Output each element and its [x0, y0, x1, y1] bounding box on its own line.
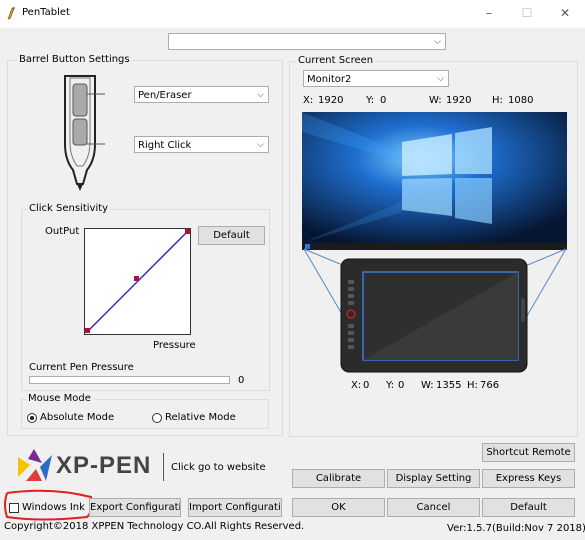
screen-y-value: 0 [380, 95, 387, 106]
cancel-button[interactable]: Cancel [387, 498, 480, 517]
default-button[interactable]: Default [482, 498, 575, 517]
copyright-text: Copyright©2018 XPPEN Technology CO.All R… [4, 521, 305, 532]
screen-preview-image [302, 112, 567, 250]
xp-pen-logo-text: XP-PEN [56, 452, 152, 479]
express-keys-button[interactable]: Express Keys [482, 469, 575, 488]
upper-barrel-value: Pen/Eraser [138, 90, 192, 101]
close-button[interactable]: ✕ [554, 4, 576, 22]
lower-barrel-value: Right Click [138, 140, 192, 151]
chevron-down-icon: ⌵ [437, 74, 444, 84]
lower-barrel-button-select[interactable]: Right Click ⌵ [134, 136, 269, 153]
tablet-x-label: X: [351, 380, 362, 391]
screen-h-value: 1080 [508, 95, 534, 106]
tablet-preview-image [340, 258, 528, 373]
device-select[interactable]: ⌵ [168, 33, 446, 50]
tablet-y-label: Y: [386, 380, 395, 391]
pentablet-app-icon [7, 7, 15, 20]
logo-divider [163, 453, 164, 481]
maximize-button[interactable]: ☐ [516, 4, 538, 22]
pen-pressure-value: 0 [238, 375, 245, 386]
pen-icon [64, 75, 105, 191]
screen-w-value: 1920 [446, 95, 472, 106]
chevron-down-icon: ⌵ [257, 140, 264, 150]
red-annotation-circle [4, 489, 94, 521]
absolute-mode-radio[interactable] [27, 413, 37, 423]
tablet-y-value: 0 [398, 380, 405, 391]
screen-h-label: H: [492, 95, 503, 106]
pressure-curve-graph[interactable] [84, 228, 191, 335]
click-sensitivity-title: Click Sensitivity [27, 203, 111, 214]
tablet-x-value: 0 [363, 380, 370, 391]
barrel-group-title: Barrel Button Settings [17, 54, 132, 65]
import-configuration-button[interactable]: Import Configuration [188, 498, 282, 517]
absolute-mode-label[interactable]: Absolute Mode [40, 412, 114, 423]
tablet-h-label: H: [467, 380, 478, 391]
current-screen-title: Current Screen [296, 55, 376, 66]
tablet-w-value: 1355 [436, 380, 462, 391]
ok-button[interactable]: OK [292, 498, 385, 517]
xp-pen-logo-icon [18, 449, 52, 481]
upper-barrel-button-select[interactable]: Pen/Eraser ⌵ [134, 86, 269, 103]
output-label: OutPut [45, 226, 80, 237]
screen-x-label: X: [303, 95, 314, 106]
relative-mode-radio[interactable] [152, 413, 162, 423]
sensitivity-default-button[interactable]: Default [198, 226, 265, 245]
pressure-axis-label: Pressure [153, 340, 196, 351]
monitor-select[interactable]: Monitor2 ⌵ [303, 70, 449, 87]
pen-pressure-bar [29, 376, 230, 384]
calibrate-button[interactable]: Calibrate [292, 469, 385, 488]
current-pen-pressure-label: Current Pen Pressure [29, 362, 134, 373]
screen-w-label: W: [429, 95, 442, 106]
monitor-select-value: Monitor2 [307, 74, 352, 85]
minimize-button[interactable]: – [478, 4, 500, 22]
mouse-mode-title: Mouse Mode [26, 393, 93, 404]
chevron-down-icon: ⌵ [257, 90, 264, 100]
screen-y-label: Y: [366, 95, 375, 106]
version-text: Ver:1.5.7(Build:Nov 7 2018) [447, 523, 585, 534]
tablet-h-value: 766 [480, 380, 500, 391]
screen-x-value: 1920 [318, 95, 344, 106]
tablet-w-label: W: [421, 380, 434, 391]
shortcut-remote-button[interactable]: Shortcut Remote [482, 443, 575, 462]
window-title: PenTablet [22, 7, 70, 18]
export-configuration-button[interactable]: Export Configuration [89, 498, 181, 517]
chevron-down-icon: ⌵ [434, 37, 441, 47]
website-link[interactable]: Click go to website [171, 462, 266, 473]
display-setting-button[interactable]: Display Setting [387, 469, 480, 488]
relative-mode-label[interactable]: Relative Mode [165, 412, 236, 423]
